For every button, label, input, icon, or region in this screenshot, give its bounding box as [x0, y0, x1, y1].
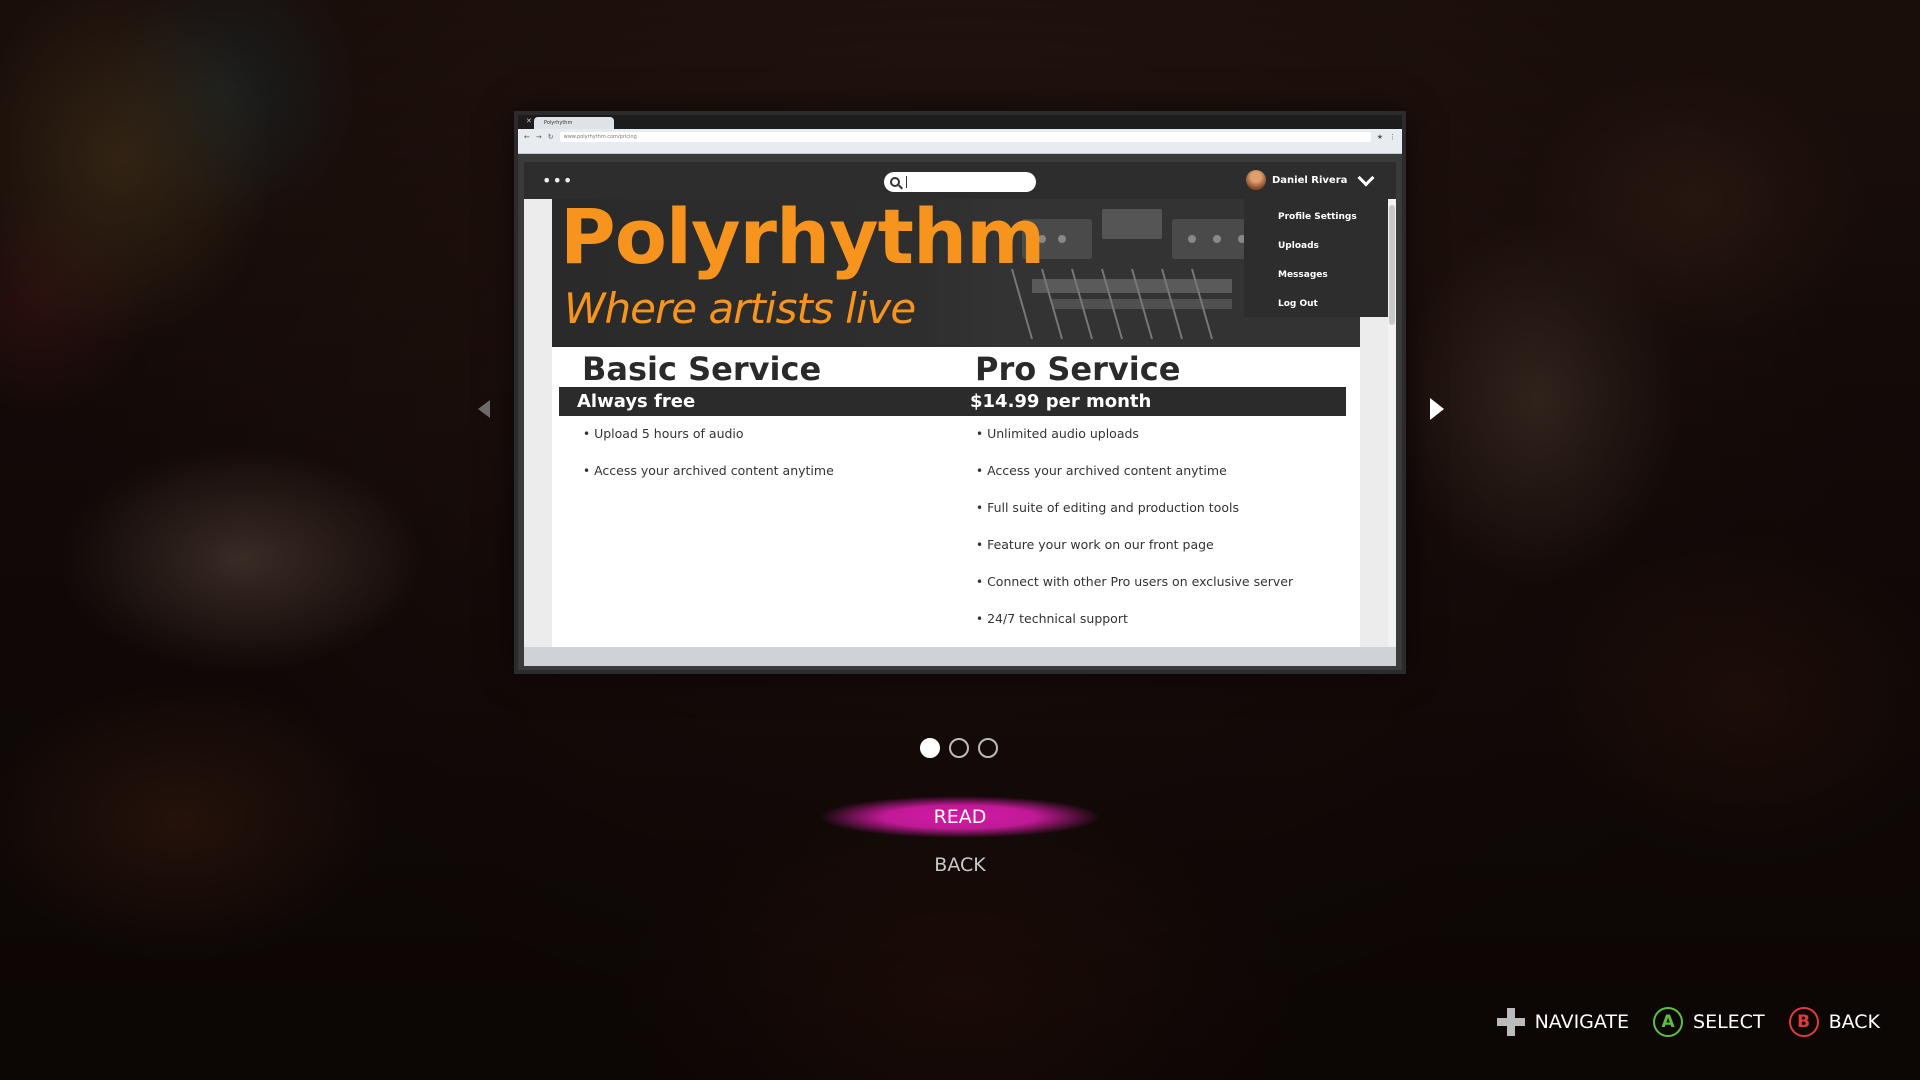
feature-list: Upload 5 hours of audio Access your arch…: [559, 416, 953, 502]
chevron-down-icon: [1357, 169, 1375, 187]
feature-item: Access your archived content anytime: [583, 464, 953, 502]
plan-name: Pro Service: [975, 350, 1181, 388]
dropdown-item: Uploads: [1278, 241, 1319, 251]
back-button[interactable]: BACK: [820, 845, 1100, 885]
url-field: www.polyrhythm.com/pricing: [559, 132, 1371, 142]
hero-tagline: Where artists live: [564, 284, 916, 333]
browser-address-bar: ← → ↻ www.polyrhythm.com/pricing ★ ⋮: [518, 129, 1402, 145]
browser-bottom-strip: [524, 647, 1396, 666]
feature-list: Unlimited audio uploads Access your arch…: [952, 416, 1346, 647]
back-label: BACK: [934, 854, 986, 876]
close-icon: ✕: [526, 117, 532, 125]
kebab-menu-icon: ⋮: [1389, 133, 1396, 141]
dropdown-item: Messages: [1278, 270, 1328, 280]
site-top-nav: ••• Daniel Rivera: [524, 162, 1396, 199]
feature-item: 24/7 technical support: [976, 612, 1346, 647]
dropdown-item: Profile Settings: [1278, 212, 1357, 222]
hint-navigate: NAVIGATE: [1496, 1008, 1630, 1036]
web-page-viewport: ••• Daniel Rivera Polyrhythm Where artis…: [524, 162, 1396, 647]
read-button[interactable]: READ: [820, 796, 1100, 838]
browser-tab-strip: ✕ Polyrhythm: [518, 115, 1402, 129]
browser-screenshot-collectible: ✕ Polyrhythm ← → ↻ www.polyrhythm.com/pr…: [514, 111, 1406, 674]
plan-price: Always free: [559, 387, 953, 416]
controller-hints: NAVIGATE A SELECT B BACK: [1496, 1007, 1880, 1037]
user-name: Daniel Rivera: [1272, 174, 1348, 186]
search-icon: [890, 177, 900, 187]
user-menu: Daniel Rivera: [1246, 170, 1347, 190]
browser-tab: Polyrhythm: [534, 117, 614, 129]
plan-name: Basic Service: [582, 350, 822, 388]
star-icon: ★: [1376, 133, 1383, 141]
pricing-page: Polyrhythm Where artists live Basic Serv…: [552, 199, 1360, 647]
pro-plan: Pro Service $14.99 per month Unlimited a…: [952, 347, 1346, 647]
feature-item: Feature your work on our front page: [976, 538, 1346, 576]
dpad-icon: [1496, 1008, 1525, 1036]
plans-section: Basic Service Always free Upload 5 hours…: [552, 347, 1360, 647]
hint-label: BACK: [1828, 1011, 1880, 1033]
forward-arrow-icon: →: [535, 133, 542, 141]
previous-arrow-icon[interactable]: [478, 400, 490, 418]
read-label: READ: [933, 806, 987, 828]
page-scrollbar: [1388, 199, 1396, 647]
hero-banner: Polyrhythm Where artists live: [552, 199, 1360, 347]
scroll-thumb: [1389, 205, 1395, 325]
feature-item: Connect with other Pro users on exclusiv…: [976, 575, 1346, 613]
feature-item: Full suite of editing and production too…: [976, 501, 1346, 539]
user-dropdown-menu: Profile Settings Uploads Messages Log Ou…: [1244, 199, 1396, 317]
basic-plan: Basic Service Always free Upload 5 hours…: [559, 347, 953, 502]
page-dot[interactable]: [978, 738, 998, 758]
hint-label: SELECT: [1693, 1011, 1765, 1033]
avatar: [1246, 170, 1266, 190]
hero-title: Polyrhythm: [560, 199, 1045, 281]
more-dots-icon: •••: [542, 171, 574, 190]
site-search-input: [884, 172, 1036, 192]
page-dot-active[interactable]: [920, 738, 940, 758]
a-button-icon: A: [1653, 1007, 1684, 1037]
page-dot[interactable]: [949, 738, 969, 758]
reload-icon: ↻: [547, 133, 554, 141]
plan-price: $14.99 per month: [952, 387, 1346, 416]
feature-item: Upload 5 hours of audio: [583, 427, 953, 465]
hint-select: A SELECT: [1653, 1007, 1765, 1037]
text-cursor: [906, 176, 907, 188]
feature-item: Access your archived content anytime: [976, 464, 1346, 502]
hint-label: NAVIGATE: [1534, 1011, 1630, 1033]
hint-back: B BACK: [1788, 1007, 1880, 1037]
next-arrow-icon[interactable]: [1430, 398, 1444, 420]
feature-item: Unlimited audio uploads: [976, 427, 1346, 465]
page-indicator: [920, 738, 998, 758]
dropdown-item: Log Out: [1278, 299, 1318, 309]
back-arrow-icon: ←: [524, 133, 530, 141]
b-button-icon: B: [1788, 1007, 1819, 1037]
bookmarks-bar: [518, 145, 1402, 154]
